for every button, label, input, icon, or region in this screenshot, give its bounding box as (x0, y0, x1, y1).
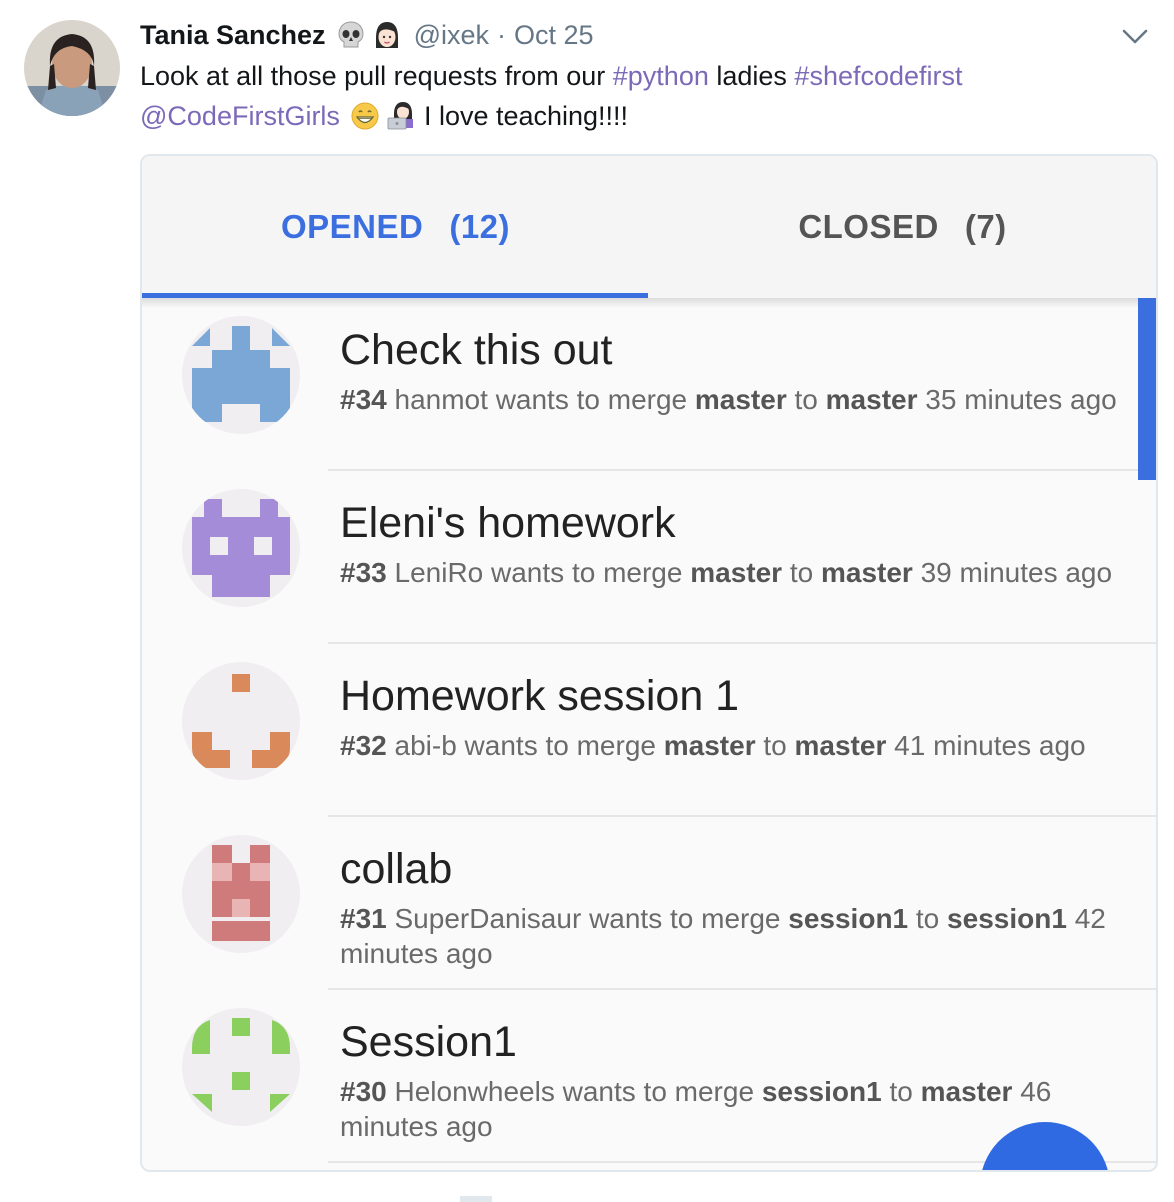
pull-request-time-tail: ago (1065, 557, 1113, 588)
pull-request-user: LeniRo (394, 557, 484, 588)
source-branch: master (690, 557, 783, 588)
tweet-text: Look at all those pull requests from our… (140, 56, 1140, 136)
identicon-avatar (182, 1008, 300, 1126)
pull-request-item[interactable]: Eleni's homework #33 LeniRo wants to mer… (142, 471, 1156, 644)
tab-opened-count: (12) (449, 208, 511, 245)
tab-closed-label: CLOSED (798, 208, 939, 245)
chevron-down-icon[interactable] (1120, 24, 1150, 48)
pull-request-meta: #30 Helonwheels wants to merge session1 … (340, 1074, 1120, 1144)
pull-request-meta: #34 hanmot wants to merge master to mast… (340, 382, 1120, 417)
pull-request-item[interactable]: Homework session 1 #32 abi-b wants to me… (142, 644, 1156, 817)
pull-request-number: #33 (340, 557, 387, 588)
target-branch: master (820, 557, 913, 588)
pr-tabs: OPENED (12) CLOSED (7) (142, 156, 1156, 298)
source-branch: master (663, 730, 756, 761)
tweet-text-line-2: @CodeFirstGirls I love teaching!!!! (140, 96, 1140, 136)
tab-opened-label: OPENED (280, 208, 424, 245)
scrollbar-thumb[interactable] (1138, 298, 1156, 480)
pull-request-number: #32 (340, 730, 387, 761)
pull-request-number: #30 (340, 1076, 387, 1107)
pull-request-number: #31 (340, 903, 387, 934)
wants-to-merge-text: wants to merge (464, 730, 656, 761)
pull-request-time-tail: ago (1038, 730, 1086, 761)
wants-to-merge-text: wants to merge (562, 1076, 755, 1107)
target-branch: master (920, 1076, 1013, 1107)
pull-request-time: 39 minutes (920, 557, 1058, 588)
tab-opened[interactable]: OPENED (12) (142, 156, 649, 298)
author-avatar[interactable] (24, 20, 120, 116)
author-name[interactable]: Tania Sanchez (140, 20, 326, 51)
identicon-avatar (182, 662, 300, 780)
to-text: to (889, 1076, 913, 1107)
pull-request-time: 46 (1020, 1076, 1052, 1107)
to-text: to (789, 557, 814, 588)
pull-request-meta: #31 SuperDanisaur wants to merge session… (340, 901, 1120, 971)
source-branch: session1 (761, 1076, 882, 1107)
pull-request-title: Eleni's homework (340, 499, 676, 547)
source-branch: session1 (788, 903, 909, 934)
pull-request-time-tail: ago (1070, 384, 1117, 415)
hashtag-shefcodefirst-link[interactable]: #shefcodefirst (794, 56, 962, 96)
target-branch: master (794, 730, 887, 761)
pull-request-title: collab (340, 845, 453, 893)
source-branch: master (694, 384, 787, 415)
tweet-text-segment: I love teaching!!!! (423, 101, 629, 131)
pull-request-time-tail: minutes ago (340, 1111, 493, 1142)
author-handle[interactable]: @ixek (414, 20, 489, 51)
identicon-avatar (182, 316, 300, 434)
pull-request-meta: #32 abi-b wants to merge master to maste… (340, 728, 1120, 763)
pull-request-user: hanmot (394, 384, 488, 415)
pull-request-title: Homework session 1 (340, 672, 740, 720)
mention-codefirstgirls-link[interactable]: @CodeFirstGirls (140, 96, 340, 136)
tab-closed-count: (7) (964, 208, 1007, 245)
tweet-text-segment: ladies (708, 61, 795, 91)
wants-to-merge-text: wants to merge (491, 557, 683, 588)
pull-request-user: SuperDanisaur (394, 903, 582, 934)
skull-emoji-icon (336, 20, 366, 50)
tab-closed[interactable]: CLOSED (7) (649, 156, 1156, 298)
tweet-date[interactable]: Oct 25 (514, 20, 594, 51)
pull-request-title: Check this out (340, 326, 613, 374)
tweet-text-segment: Look at all those pull requests from our (140, 61, 613, 91)
pull-request-meta: #33 LeniRo wants to merge master to mast… (340, 555, 1120, 590)
pull-request-time: 35 minutes (925, 384, 1063, 415)
hashtag-python-link[interactable]: #python (613, 56, 709, 96)
grinning-emoji-icon (350, 101, 380, 131)
to-text: to (763, 730, 787, 761)
pull-request-title: Session1 (340, 1018, 517, 1066)
header-separator: · (497, 19, 506, 50)
pull-request-user: Helonwheels (394, 1076, 555, 1107)
divider (460, 1196, 492, 1202)
target-branch: master (825, 384, 918, 415)
to-text: to (794, 384, 818, 415)
to-text: to (915, 903, 940, 934)
pull-request-number: #34 (340, 384, 387, 415)
pull-request-item[interactable]: collab #31 SuperDanisaur wants to merge … (142, 817, 1156, 990)
pull-request-time: 41 minutes (894, 730, 1032, 761)
pull-request-user: abi-b (394, 730, 457, 761)
woman-emoji-icon (372, 20, 402, 50)
tweet-header: Tania Sanchez @ixek · Oct 25 (140, 16, 594, 54)
woman-technologist-emoji-icon (386, 101, 416, 131)
identicon-avatar (182, 835, 300, 953)
wants-to-merge-text: wants to merge (495, 384, 688, 415)
wants-to-merge-text: wants to merge (589, 903, 781, 934)
target-branch: session1 (947, 903, 1067, 934)
identicon-avatar (182, 489, 300, 607)
tweet-text-line-1: Look at all those pull requests from our… (140, 56, 1140, 96)
pull-request-item[interactable]: Check this out #34 hanmot wants to merge… (142, 298, 1156, 471)
pull-requests-screenshot[interactable]: OPENED (12) CLOSED (7) Check this out #3… (140, 154, 1158, 1172)
